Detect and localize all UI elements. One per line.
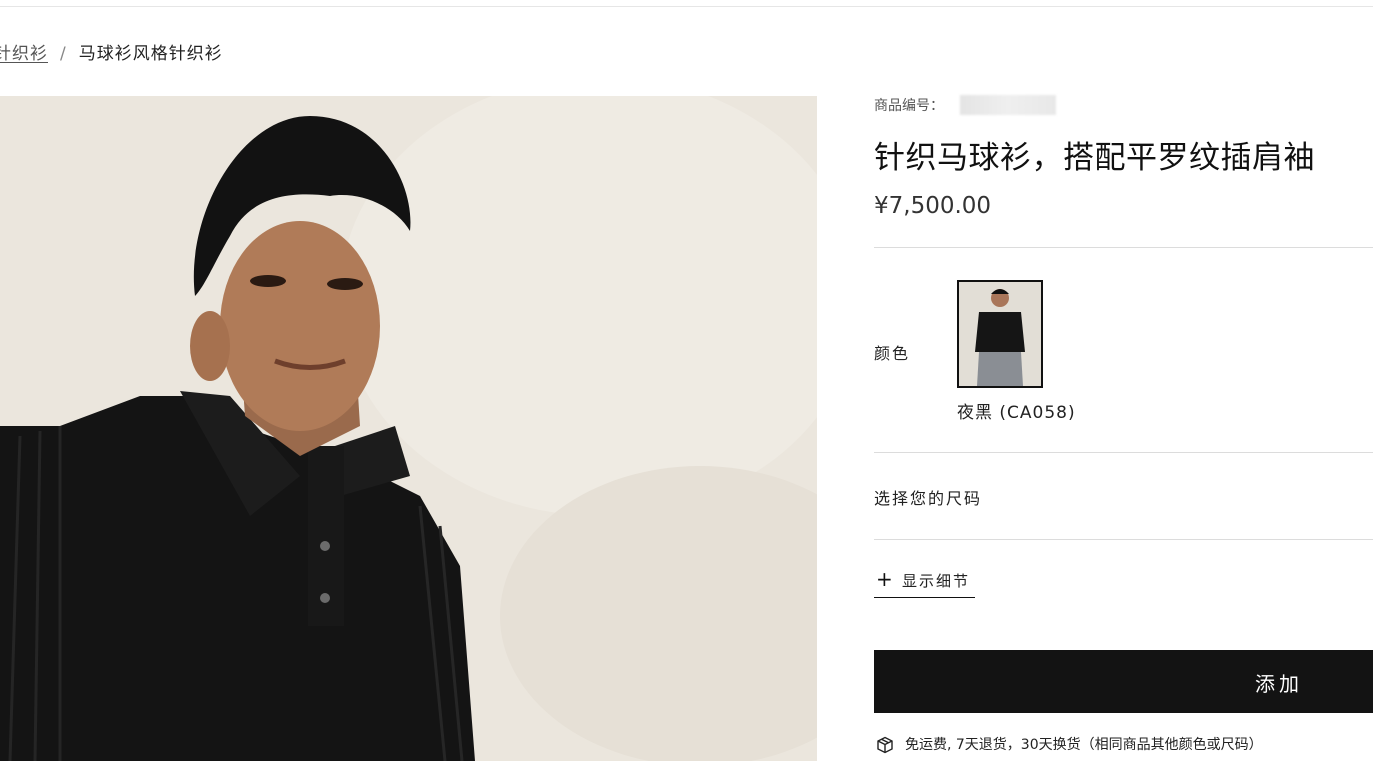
breadcrumb-separator: /	[60, 44, 67, 64]
breadcrumb-current: 马球衫风格针织衫	[78, 44, 223, 64]
divider	[874, 452, 1373, 453]
color-swatch-midnight-black[interactable]	[957, 280, 1043, 388]
product-price: ¥7,500.00	[874, 193, 992, 219]
product-info-panel: 商品编号： 针织马球衫，搭配平罗纹插肩袖 ¥7,500.00 颜色 夜黑 (CA…	[874, 0, 1373, 761]
size-selector[interactable]: 选择您的尺码	[874, 485, 982, 509]
add-to-cart-label: 添加	[1255, 674, 1303, 696]
breadcrumb: 针织衫 / 马球衫风格针织衫	[0, 39, 223, 64]
product-title: 针织马球衫，搭配平罗纹插肩袖	[874, 140, 1315, 176]
show-details-toggle[interactable]: + 显示细节	[874, 568, 975, 598]
breadcrumb-link-knitwear[interactable]: 针织衫	[0, 44, 48, 64]
shipping-text: 免运费, 7天退货，30天换货（相同商品其他颜色或尺码）	[905, 737, 1263, 753]
box-icon	[877, 736, 893, 754]
show-details-label: 显示细节	[902, 572, 971, 590]
divider	[874, 247, 1373, 248]
divider	[874, 539, 1373, 540]
product-image[interactable]	[0, 96, 817, 761]
sku-label: 商品编号：	[874, 98, 944, 114]
sku-value-redacted	[960, 95, 1056, 115]
color-label: 颜色	[874, 344, 911, 363]
swatch-thumbnail	[959, 282, 1041, 386]
plus-icon: +	[876, 567, 893, 591]
color-name: 夜黑 (CA058)	[957, 403, 1076, 423]
add-to-cart-button[interactable]: 添加	[874, 650, 1373, 713]
model-photo	[0, 96, 817, 761]
